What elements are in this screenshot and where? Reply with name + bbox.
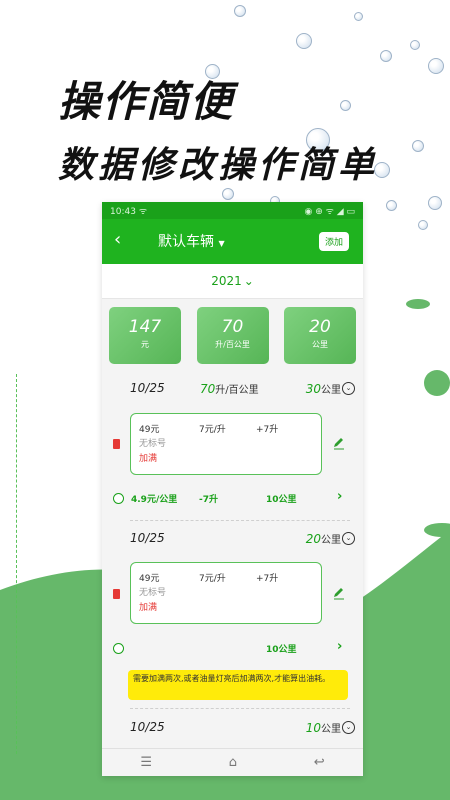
back-arrow-icon[interactable]: ‹: [114, 229, 121, 250]
stat-unit: 公里: [312, 340, 328, 349]
stat-card-distance: 20 公里: [284, 307, 356, 364]
edit-icon[interactable]: [332, 586, 346, 600]
status-icons: ◉ ⊕ ᯤ ◢ ▭: [304, 207, 355, 217]
menu-icon[interactable]: ☰: [140, 755, 152, 770]
water-drop-icon: [380, 50, 392, 62]
navigation-bar: ☰ ⌂ ↩: [102, 748, 363, 776]
chevron-right-icon: ›: [337, 489, 343, 504]
fuel-pump-icon: [113, 437, 123, 449]
vehicle-title: 默认车辆: [158, 234, 214, 250]
add-button[interactable]: 添加: [318, 232, 349, 251]
record-header[interactable]: 10/25 70升/百公里 30公里 ⌄: [130, 381, 355, 396]
water-drop-icon: [386, 200, 397, 211]
system-nav: ☰ ⌂ ↩: [102, 748, 363, 776]
stat-value: 147: [128, 317, 162, 337]
year-label: 2021: [211, 274, 242, 288]
record-status: 加满: [139, 603, 158, 613]
fuel-tip-banner: 需要加满两次,或者油量灯亮后加满两次,才能算出油耗。: [128, 670, 348, 700]
summary-liter-change: -7升: [199, 495, 218, 505]
fuel-record-card[interactable]: 49元 7元/升 +7升 无标号 加满: [130, 562, 322, 624]
stat-value: 20: [309, 317, 331, 337]
edit-icon[interactable]: [332, 436, 346, 450]
water-drop-icon: [340, 100, 351, 111]
chevron-down-icon: ▼: [218, 239, 225, 248]
record-liters: +7升: [256, 574, 279, 584]
fuel-pump-icon: [113, 587, 123, 599]
record-liters: +7升: [256, 425, 279, 435]
stat-unit: 升/百公里: [215, 340, 250, 349]
clock-icon: [113, 643, 124, 654]
status-time: 10:43: [110, 207, 136, 217]
summary-cost-per-km: 4.9元/公里: [131, 495, 178, 505]
stats-row: 147 元 70 升/百公里 20 公里: [102, 299, 363, 364]
chevron-down-icon[interactable]: ⌄: [342, 720, 355, 734]
record-divider: [130, 708, 350, 709]
vehicle-selector[interactable]: 默认车辆 ▼: [158, 231, 225, 251]
water-drop-icon: [428, 196, 442, 210]
chevron-down-icon: ⌄: [243, 274, 254, 288]
record-date: 10/25: [130, 531, 165, 545]
year-selector[interactable]: 2021 ⌄: [102, 264, 363, 299]
stat-value: 70: [221, 317, 244, 337]
record-price: 7元/升: [199, 574, 226, 584]
back-icon[interactable]: ↩: [314, 755, 325, 770]
status-signal-icon: ᯤ: [138, 207, 148, 217]
record-header[interactable]: 10/25 10公里 ⌄: [130, 720, 355, 735]
record-date: 10/25: [130, 381, 165, 395]
record-distance: 30公里: [305, 381, 341, 396]
record-status: 加满: [139, 454, 158, 464]
chevron-down-icon[interactable]: ⌄: [342, 531, 355, 545]
chevron-down-icon[interactable]: ⌄: [342, 381, 355, 395]
water-drop-icon: [296, 33, 312, 49]
water-drop-icon: [222, 188, 234, 200]
record-consumption: 70升/百公里: [200, 381, 259, 396]
home-icon[interactable]: ⌂: [229, 755, 237, 770]
summary-km: 10公里: [266, 495, 297, 505]
app-bar: ‹ 默认车辆 ▼ 添加: [102, 219, 363, 264]
stat-card-cost: 147 元: [109, 307, 181, 364]
water-drop-icon: [354, 12, 363, 21]
water-drop-icon: [418, 220, 428, 230]
hero-title: 操作简便: [58, 77, 235, 126]
record-summary[interactable]: 4.9元/公里 -7升 10公里 ›: [131, 489, 361, 505]
record-price: 7元/升: [199, 425, 226, 435]
status-bar: 10:43 ᯤ ◉ ⊕ ᯤ ◢ ▭: [102, 202, 363, 219]
record-header[interactable]: 10/25 20公里 ⌄: [130, 531, 355, 546]
timeline-line: [16, 374, 18, 754]
stat-card-consumption: 70 升/百公里: [196, 307, 269, 364]
fuel-record-card[interactable]: 49元 7元/升 +7升 无标号 加满: [130, 413, 322, 475]
hero-subtitle: 数据修改操作简单: [58, 145, 379, 186]
record-amount: 49元: [139, 574, 160, 584]
record-divider: [130, 520, 350, 521]
record-distance: 20公里: [305, 531, 341, 546]
summary-km: 10公里: [266, 645, 297, 655]
record-tag: 无标号: [139, 439, 167, 449]
water-drop-icon: [410, 40, 420, 50]
record-date: 10/25: [130, 720, 165, 734]
record-amount: 49元: [139, 425, 160, 435]
record-tag: 无标号: [139, 588, 167, 598]
water-drop-icon: [412, 140, 424, 152]
chevron-right-icon: ›: [337, 639, 343, 654]
clock-icon: [113, 493, 124, 504]
water-drop-icon: [234, 5, 246, 17]
stat-unit: 元: [141, 340, 149, 349]
record-distance: 10公里: [305, 720, 341, 735]
water-drop-icon: [428, 58, 444, 74]
